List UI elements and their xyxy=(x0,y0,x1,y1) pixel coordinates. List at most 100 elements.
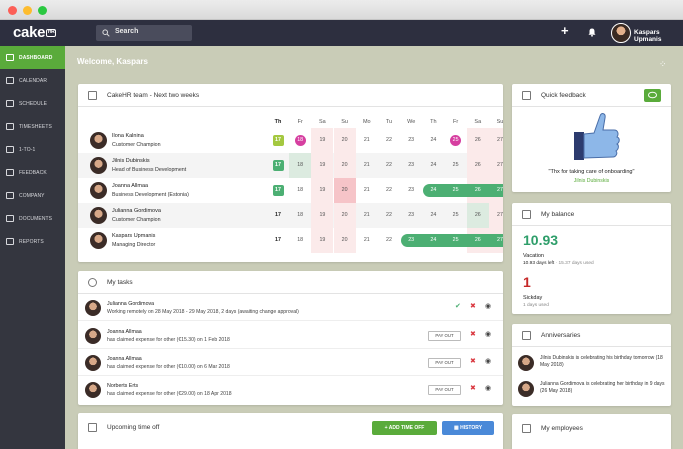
calendar-cell[interactable]: 21 xyxy=(356,228,378,253)
calendar-cell[interactable]: 21 xyxy=(356,128,378,153)
calendar-cell[interactable]: 17 xyxy=(267,153,289,178)
reject-icon[interactable]: ✖ xyxy=(470,303,476,311)
calendar-cell[interactable]: 22 xyxy=(378,178,400,203)
calendar-cell[interactable]: 21 xyxy=(356,153,378,178)
calendar-cell[interactable]: 22 xyxy=(378,153,400,178)
close-window-icon[interactable] xyxy=(8,6,17,15)
calendar-cell[interactable]: 19 xyxy=(311,203,334,228)
person-name[interactable]: Jilnis Dubinskis xyxy=(112,158,150,164)
person-name[interactable]: Julianna Gordimova xyxy=(112,208,161,214)
calendar-cell[interactable]: 26 xyxy=(466,203,489,228)
calendar-cell[interactable]: 17 xyxy=(267,228,289,253)
reject-icon[interactable]: ✖ xyxy=(470,358,476,366)
add-icon[interactable]: + xyxy=(561,23,569,38)
calendar-cell[interactable]: 25 xyxy=(445,203,467,228)
birthday-badge: 18 xyxy=(294,135,306,146)
calendar-cell[interactable]: 27 xyxy=(489,153,503,178)
day-header-7: Th xyxy=(430,119,437,125)
day-number: 27 xyxy=(497,237,503,243)
sickday-balance: 1 xyxy=(523,274,531,290)
pay-out-button[interactable]: PAY OUT xyxy=(428,331,461,341)
calendar-cell[interactable]: 25 xyxy=(445,128,467,153)
calendar-cell[interactable]: 17 xyxy=(267,128,289,153)
calendar-cell[interactable]: 19 xyxy=(311,178,334,203)
calendar-cell[interactable]: 20 xyxy=(333,228,356,253)
calendar-cell[interactable]: 19 xyxy=(311,128,334,153)
sidebar-item-feedback[interactable]: Feedback xyxy=(0,161,65,184)
pay-out-button[interactable]: PAY OUT xyxy=(428,385,461,395)
calendar-cell[interactable]: 20 xyxy=(333,178,356,203)
calendar-cell[interactable]: 20 xyxy=(333,153,356,178)
calendar-icon xyxy=(88,90,97,100)
calendar-cell[interactable]: 22 xyxy=(378,228,400,253)
quick-feedback-card: Quick feedback "Thx for taking care of o… xyxy=(512,84,671,192)
user-avatar[interactable] xyxy=(611,23,631,43)
calendar-cell[interactable]: 22 xyxy=(378,203,400,228)
day-number: 20 xyxy=(341,187,348,193)
thumbs-up-icon xyxy=(574,113,620,160)
calendar-cell[interactable]: 27 xyxy=(489,203,503,228)
feedback-author[interactable]: Jilnis Dubinskis xyxy=(512,178,671,184)
calendar-cell[interactable]: 19 xyxy=(311,228,334,253)
view-icon[interactable]: ◉ xyxy=(485,331,491,339)
day-number: 27 xyxy=(497,137,503,143)
user-name[interactable]: Kaspars Upmanis xyxy=(634,29,683,43)
reject-icon[interactable]: ✖ xyxy=(470,331,476,339)
calendar-cell[interactable]: 20 xyxy=(333,128,356,153)
time-off-bar[interactable]: 24252627282930 xyxy=(423,184,503,197)
sidebar-item-schedule[interactable]: Schedule xyxy=(0,92,65,115)
feedback-quote: "Thx for taking care of onboarding" xyxy=(548,169,635,175)
give-feedback-button[interactable] xyxy=(644,89,661,102)
maximize-window-icon[interactable] xyxy=(38,6,47,15)
calendar-cell[interactable]: 18 xyxy=(289,203,311,228)
view-icon[interactable]: ◉ xyxy=(485,358,491,366)
calendar-cell[interactable]: 18 xyxy=(289,128,311,153)
approve-icon[interactable]: ✔ xyxy=(455,303,461,311)
calendar-cell[interactable]: 19 xyxy=(311,153,334,178)
sidebar-item-one-to-one[interactable]: 1-to-1 xyxy=(0,138,65,161)
calendar-cell[interactable]: 20 xyxy=(333,203,356,228)
calendar-cell[interactable]: 27 xyxy=(489,128,503,153)
person-name[interactable]: Joanna Allmaa xyxy=(112,183,148,189)
sidebar-item-dashboard[interactable]: Dashboard xyxy=(0,46,65,69)
minimize-window-icon[interactable] xyxy=(23,6,32,15)
cakehr-logo[interactable]: cake HR xyxy=(13,24,57,41)
sickday-label: Sickday xyxy=(523,295,543,301)
sidebar-item-documents[interactable]: Documents xyxy=(0,207,65,230)
person-name[interactable]: Kaspars Upmanis xyxy=(112,233,155,239)
calendar-cell[interactable]: 25 xyxy=(445,153,467,178)
pay-out-button[interactable]: PAY OUT xyxy=(428,358,461,368)
share-icon[interactable]: ⁘ xyxy=(659,59,667,70)
sidebar-item-calendar[interactable]: Calendar xyxy=(0,69,65,92)
calendar-cell[interactable]: 24 xyxy=(422,128,444,153)
calendar-cell[interactable]: 21 xyxy=(356,178,378,203)
search-input[interactable]: Search xyxy=(96,25,192,41)
calendar-cell[interactable]: 18 xyxy=(289,178,311,203)
history-button[interactable]: ▦ HISTORY xyxy=(442,421,494,435)
calendar-cell[interactable]: 18 xyxy=(289,153,312,178)
calendar-cell[interactable]: 21 xyxy=(356,203,378,228)
calendar-cell[interactable]: 24 xyxy=(422,203,444,228)
bell-icon[interactable] xyxy=(588,28,596,37)
calendar-cell[interactable]: 24 xyxy=(422,153,444,178)
time-off-bar[interactable]: 2324252627282930 xyxy=(401,234,503,247)
calendar-cell[interactable]: 23 xyxy=(400,153,422,178)
view-icon[interactable]: ◉ xyxy=(485,303,491,311)
sidebar-item-reports[interactable]: Reports xyxy=(0,230,65,253)
calendar-cell[interactable]: 17 xyxy=(267,178,289,203)
calendar-cell[interactable]: 26 xyxy=(466,128,489,153)
sidebar-item-timesheets[interactable]: Timesheets xyxy=(0,115,65,138)
calendar-cell[interactable]: 26 xyxy=(466,153,489,178)
calendar-cell[interactable]: 23 xyxy=(400,203,422,228)
calendar-cell[interactable]: 17 xyxy=(267,203,289,228)
team-row: Kaspars Upmanis Managing Director 17 18 19 20… xyxy=(78,228,503,253)
calendar-cell[interactable]: 23 xyxy=(400,128,422,153)
view-icon[interactable]: ◉ xyxy=(485,385,491,393)
calendar-cell[interactable]: 18 xyxy=(289,228,311,253)
add-time-off-button[interactable]: + ADD TIME OFF xyxy=(372,421,437,435)
calendar-cell[interactable]: 22 xyxy=(378,128,400,153)
calendar-cell[interactable]: 23 xyxy=(400,178,422,203)
person-name[interactable]: Ilona Kalnina xyxy=(112,133,144,139)
sidebar-item-company[interactable]: Company xyxy=(0,184,65,207)
reject-icon[interactable]: ✖ xyxy=(470,385,476,393)
